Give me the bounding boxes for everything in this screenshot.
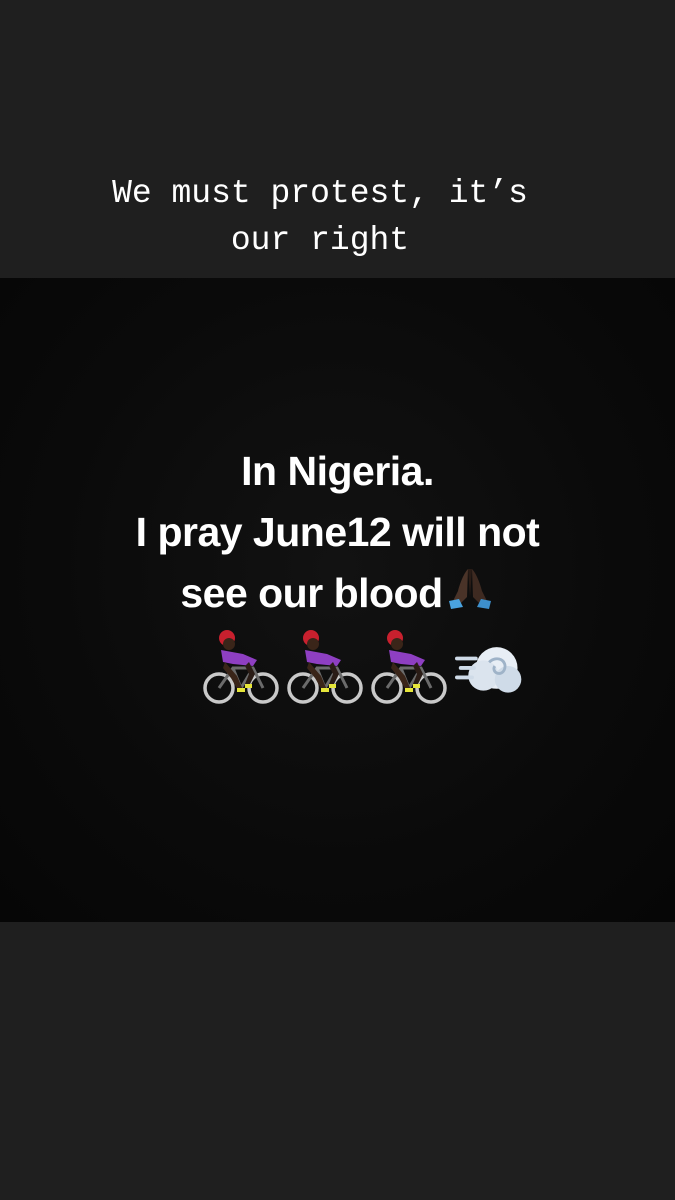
post-line-2: I pray June12 will not xyxy=(135,509,540,555)
folded-hands-icon xyxy=(448,569,491,609)
emoji-row xyxy=(203,626,527,706)
bicyclist-icon xyxy=(203,630,279,704)
bicyclist-icon xyxy=(287,630,363,704)
story-view: We must protest, it’s our right In Niger… xyxy=(0,0,675,1200)
post-line-1: In Nigeria. xyxy=(241,448,434,494)
shared-post-image: In Nigeria. I pray June12 will not see o… xyxy=(0,278,675,922)
caption-line-1: We must protest, it’s xyxy=(112,175,528,212)
post-line-3-wrap: see our blood xyxy=(0,563,675,624)
post-line-3: see our blood xyxy=(180,570,443,616)
story-caption: We must protest, it’s our right xyxy=(40,170,600,264)
bicyclist-icon xyxy=(371,630,447,704)
dash-icon xyxy=(455,647,522,693)
post-text: In Nigeria. I pray June12 will not see o… xyxy=(0,441,675,624)
caption-line-2: our right xyxy=(230,222,410,259)
